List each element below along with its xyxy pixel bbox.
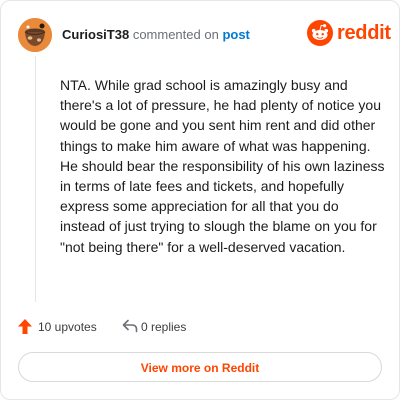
comment-header: CuriosiT38 commented on post reddit [18, 18, 391, 54]
reddit-comment-card: CuriosiT38 commented on post reddit NTA.… [0, 0, 400, 400]
username-link[interactable]: CuriosiT38 [62, 27, 129, 42]
upvote-count: 10 upvotes [38, 320, 97, 334]
thread-line [35, 56, 36, 302]
comment-meta: CuriosiT38 commented on post [62, 27, 250, 42]
user-avatar[interactable] [18, 18, 52, 52]
commented-on-label: commented on [132, 27, 219, 42]
reddit-alien-icon [307, 20, 333, 46]
reply-count: 0 replies [141, 320, 187, 334]
upvote-arrow-icon [18, 319, 32, 334]
reddit-wordmark: reddit [337, 22, 391, 44]
reddit-logo[interactable]: reddit [307, 20, 391, 48]
upvote-button[interactable]: 10 upvotes [18, 317, 98, 337]
reply-button[interactable]: 0 replies [122, 317, 202, 337]
avatar-bowl-icon [18, 18, 52, 52]
reply-arrow-icon [122, 319, 138, 333]
view-more-on-reddit-button[interactable]: View more on Reddit [18, 352, 382, 382]
post-link[interactable]: post [222, 27, 249, 42]
comment-body: NTA. While grad school is amazingly busy… [60, 77, 385, 255]
